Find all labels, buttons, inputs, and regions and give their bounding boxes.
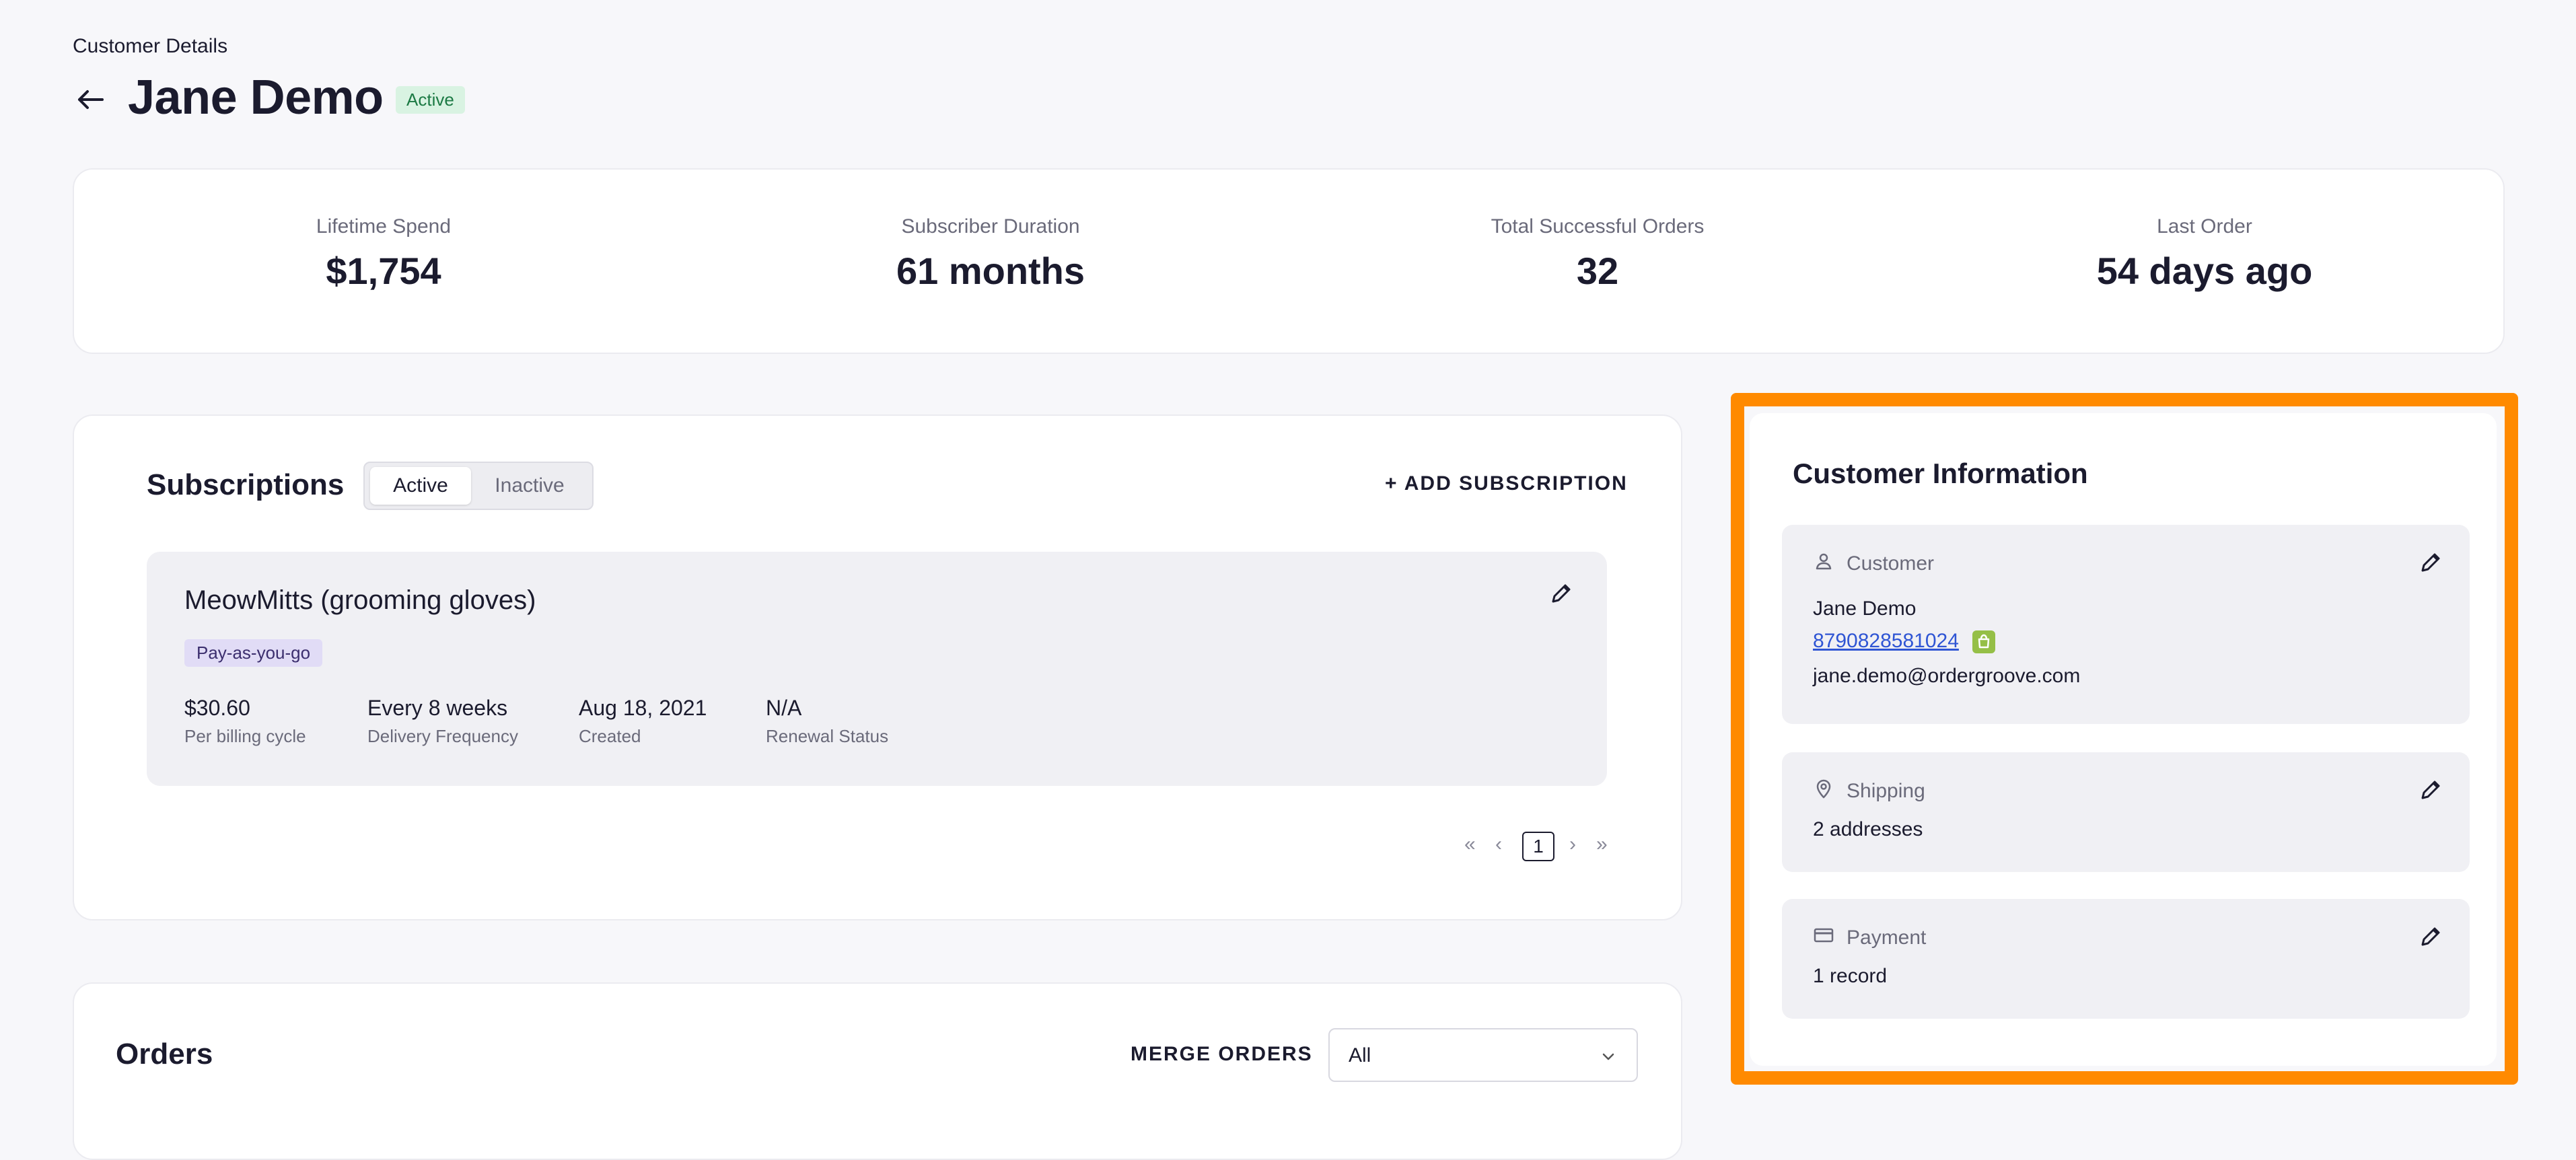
- page-title: Jane Demo: [128, 71, 384, 124]
- shipping-panel-header: Shipping: [1813, 778, 1925, 805]
- edit-payment-pencil-icon[interactable]: [2417, 923, 2444, 950]
- payment-panel-header: Payment: [1813, 925, 1926, 951]
- subscriptions-title: Subscriptions: [147, 468, 345, 501]
- status-badge: Active: [396, 86, 465, 114]
- field-value: Every 8 weeks: [367, 696, 508, 720]
- payment-panel: [1782, 899, 2470, 1019]
- field-value: Aug 18, 2021: [579, 696, 707, 720]
- tab-inactive[interactable]: Inactive: [479, 467, 580, 505]
- subscription-price: $30.60 Per billing cycle: [184, 696, 306, 747]
- subscription-status-toggle: Active Inactive: [363, 462, 594, 510]
- chevron-down-icon: [1600, 1048, 1616, 1068]
- person-icon: [1813, 550, 1834, 577]
- customer-phone-link[interactable]: 8790828581024: [1813, 630, 1959, 652]
- subscription-name: MeowMitts (grooming gloves): [184, 585, 536, 615]
- subscription-renewal-status: N/A Renewal Status: [766, 696, 888, 747]
- customer-heading: Customer: [1847, 552, 1935, 575]
- field-label: Per billing cycle: [184, 726, 306, 746]
- back-arrow-icon[interactable]: [73, 82, 108, 117]
- orders-filter-value: All: [1349, 1044, 1371, 1066]
- pagination-prev-button[interactable]: ‹: [1495, 833, 1502, 856]
- shipping-panel: [1782, 752, 2470, 872]
- orders-filter-select[interactable]: All: [1328, 1028, 1638, 1082]
- stat-label: Last Order: [2157, 215, 2252, 238]
- stat-value: 32: [1576, 250, 1619, 292]
- stat-label: Lifetime Spend: [316, 215, 452, 238]
- shipping-summary: 2 addresses: [1813, 818, 1923, 840]
- stats-card: Lifetime Spend $1,754 Subscriber Duratio…: [73, 168, 2505, 354]
- stat-label: Total Successful Orders: [1491, 215, 1705, 238]
- pagination-last-button[interactable]: »: [1596, 833, 1608, 856]
- pagination-next-button[interactable]: ›: [1569, 833, 1576, 856]
- breadcrumb: Customer Details: [73, 35, 228, 57]
- payment-summary: 1 record: [1813, 965, 1888, 987]
- merge-orders-button[interactable]: MERGE ORDERS: [1131, 1043, 1313, 1066]
- stat-value: $1,754: [326, 250, 441, 292]
- subscription-frequency: Every 8 weeks Delivery Frequency: [367, 696, 518, 747]
- add-subscription-button[interactable]: + ADD SUBSCRIPTION: [1385, 472, 1628, 495]
- stat-label: Subscriber Duration: [901, 215, 1080, 238]
- customer-name: Jane Demo: [1813, 597, 1917, 620]
- stat-total-orders: Total Successful Orders 32: [1396, 170, 1799, 293]
- stat-last-order: Last Order 54 days ago: [2003, 170, 2406, 293]
- stat-subscriber-duration: Subscriber Duration 61 months: [789, 170, 1192, 293]
- stat-lifetime-spend: Lifetime Spend $1,754: [182, 170, 585, 293]
- subscription-created: Aug 18, 2021 Created: [579, 696, 707, 747]
- customer-phone-row: 8790828581024: [1813, 630, 1996, 654]
- payment-heading: Payment: [1847, 927, 1927, 949]
- field-label: Created: [579, 726, 641, 746]
- edit-subscription-pencil-icon[interactable]: [1548, 580, 1575, 607]
- field-value: N/A: [766, 696, 802, 720]
- stat-value: 54 days ago: [2096, 250, 2313, 292]
- credit-card-icon: [1813, 925, 1834, 951]
- customer-email: jane.demo@ordergroove.com: [1813, 665, 2081, 687]
- billing-type-tag: Pay-as-you-go: [184, 639, 323, 667]
- location-pin-icon: [1813, 778, 1834, 805]
- shipping-heading: Shipping: [1847, 780, 1925, 802]
- pagination-page-1[interactable]: 1: [1522, 832, 1554, 861]
- tab-active[interactable]: Active: [370, 467, 471, 505]
- pagination-first-button[interactable]: «: [1464, 833, 1476, 856]
- stat-value: 61 months: [896, 250, 1085, 292]
- orders-title: Orders: [116, 1038, 213, 1071]
- edit-customer-pencil-icon[interactable]: [2417, 549, 2444, 576]
- customer-panel-header: Customer: [1813, 550, 1934, 577]
- field-label: Renewal Status: [766, 726, 889, 746]
- customer-information-title: Customer Information: [1793, 458, 2088, 489]
- field-label: Delivery Frequency: [367, 726, 518, 746]
- field-value: $30.60: [184, 696, 250, 720]
- edit-shipping-pencil-icon[interactable]: [2417, 776, 2444, 803]
- shopify-bag-icon: [1972, 630, 1996, 654]
